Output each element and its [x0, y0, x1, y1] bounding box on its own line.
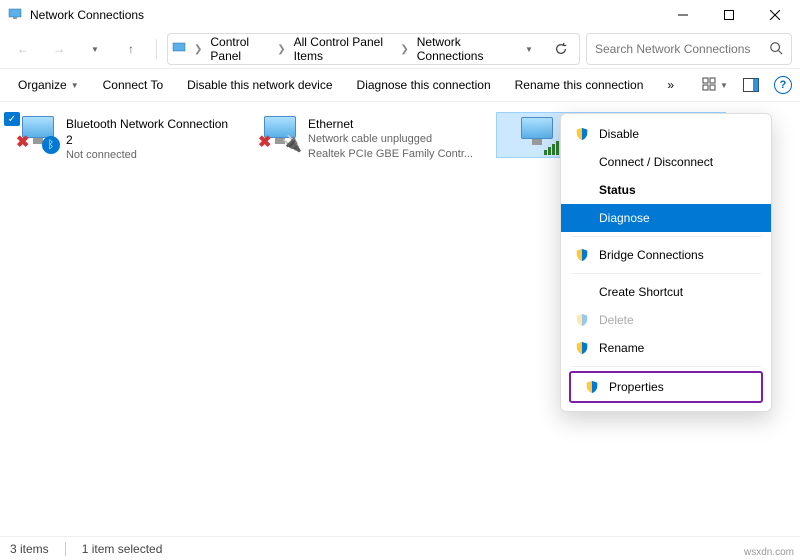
connection-icon	[515, 117, 557, 153]
label: Organize	[18, 78, 67, 92]
menu-label: Delete	[599, 313, 634, 327]
menu-disable[interactable]: Disable	[561, 120, 771, 148]
breadcrumb-item[interactable]: Network Connections	[411, 31, 515, 67]
item-count: 3 items	[10, 542, 49, 556]
breadcrumb-item[interactable]: All Control Panel Items	[288, 31, 399, 67]
menu-delete[interactable]: Delete	[561, 306, 771, 334]
menu-separator	[571, 236, 761, 237]
search-box[interactable]	[586, 33, 792, 65]
error-x-icon: ✖	[258, 132, 271, 152]
breadcrumb-item[interactable]: Control Panel	[204, 31, 275, 67]
shield-icon	[575, 313, 589, 327]
wifi-signal-icon	[544, 141, 559, 155]
menu-label: Bridge Connections	[599, 248, 704, 262]
view-options-button[interactable]: ▼	[702, 72, 728, 98]
context-menu: Disable Connect / Disconnect Status Diag…	[560, 113, 772, 412]
preview-pane-button[interactable]	[738, 72, 764, 98]
chevron-right-icon: ❯	[192, 44, 204, 55]
menu-label: Disable	[599, 127, 639, 141]
search-input[interactable]	[595, 42, 769, 56]
menu-separator	[571, 366, 761, 367]
nav-up-button[interactable]: ↑	[116, 34, 146, 64]
location-icon	[172, 41, 188, 57]
menu-bridge-connections[interactable]: Bridge Connections	[561, 241, 771, 269]
menu-label: Status	[599, 183, 636, 197]
item-name: Ethernet	[308, 116, 473, 132]
help-button[interactable]: ?	[774, 76, 792, 94]
menu-label: Properties	[609, 380, 664, 394]
watermark: wsxdn.com	[744, 547, 794, 558]
menu-label: Diagnose	[599, 211, 650, 225]
window-title: Network Connections	[30, 8, 144, 22]
maximize-button[interactable]	[706, 0, 752, 30]
menu-status[interactable]: Status	[561, 176, 771, 204]
selection-count: 1 item selected	[82, 542, 163, 556]
separator	[156, 39, 157, 59]
menu-separator	[571, 273, 761, 274]
command-toolbar: Organize▼ Connect To Disable this networ…	[0, 68, 800, 102]
item-status: Not connected	[66, 148, 238, 163]
item-adapter: Realtek PCIe GBE Family Contr...	[308, 147, 473, 162]
menu-create-shortcut[interactable]: Create Shortcut	[561, 278, 771, 306]
chevron-right-icon: ❯	[275, 44, 287, 55]
search-icon[interactable]	[769, 41, 783, 58]
separator	[65, 542, 66, 556]
shield-icon	[575, 248, 589, 262]
menu-label: Connect / Disconnect	[599, 155, 713, 169]
shield-icon	[585, 380, 599, 394]
address-dropdown-button[interactable]: ▼	[515, 35, 543, 63]
status-bar: 3 items 1 item selected	[0, 536, 800, 560]
error-x-icon: ✖	[16, 132, 29, 152]
menu-label: Rename	[599, 341, 644, 355]
nav-back-button[interactable]: ←	[8, 34, 38, 64]
connect-to-button[interactable]: Connect To	[93, 72, 174, 98]
nav-forward-button[interactable]: →	[44, 34, 74, 64]
menu-properties[interactable]: Properties	[571, 373, 761, 401]
bluetooth-icon: ᛒ	[42, 136, 60, 154]
shield-icon	[575, 127, 589, 141]
chevron-right-icon: ❯	[398, 44, 410, 55]
item-name: Bluetooth Network Connection 2	[66, 116, 238, 148]
selection-check-icon: ✓	[4, 112, 20, 126]
app-icon	[8, 7, 24, 23]
menu-rename[interactable]: Rename	[561, 334, 771, 362]
connection-icon: ✖ ᛒ	[16, 116, 58, 152]
connection-item-bluetooth[interactable]: ✖ ᛒ Bluetooth Network Connection 2 Not c…	[12, 112, 242, 167]
organize-menu[interactable]: Organize▼	[8, 72, 89, 98]
menu-connect-disconnect[interactable]: Connect / Disconnect	[561, 148, 771, 176]
disable-device-button[interactable]: Disable this network device	[177, 72, 342, 98]
titlebar: Network Connections	[0, 0, 800, 30]
connection-item-ethernet[interactable]: ✖ 🔌 Ethernet Network cable unplugged Rea…	[254, 112, 484, 166]
address-bar[interactable]: ❯ Control Panel ❯ All Control Panel Item…	[167, 33, 580, 65]
diagnose-connection-button[interactable]: Diagnose this connection	[347, 72, 501, 98]
item-status: Network cable unplugged	[308, 132, 473, 147]
connection-icon: ✖ 🔌	[258, 116, 300, 152]
refresh-button[interactable]	[547, 35, 575, 63]
minimize-button[interactable]	[660, 0, 706, 30]
menu-diagnose[interactable]: Diagnose	[561, 204, 771, 232]
close-button[interactable]	[752, 0, 798, 30]
navbar: ← → ▼ ↑ ❯ Control Panel ❯ All Control Pa…	[0, 30, 800, 68]
shield-icon	[575, 341, 589, 355]
overflow-button[interactable]: »	[657, 72, 684, 98]
rename-connection-button[interactable]: Rename this connection	[505, 72, 654, 98]
menu-label: Create Shortcut	[599, 285, 683, 299]
ethernet-plug-icon: 🔌	[282, 134, 302, 154]
nav-recent-button[interactable]: ▼	[80, 34, 110, 64]
